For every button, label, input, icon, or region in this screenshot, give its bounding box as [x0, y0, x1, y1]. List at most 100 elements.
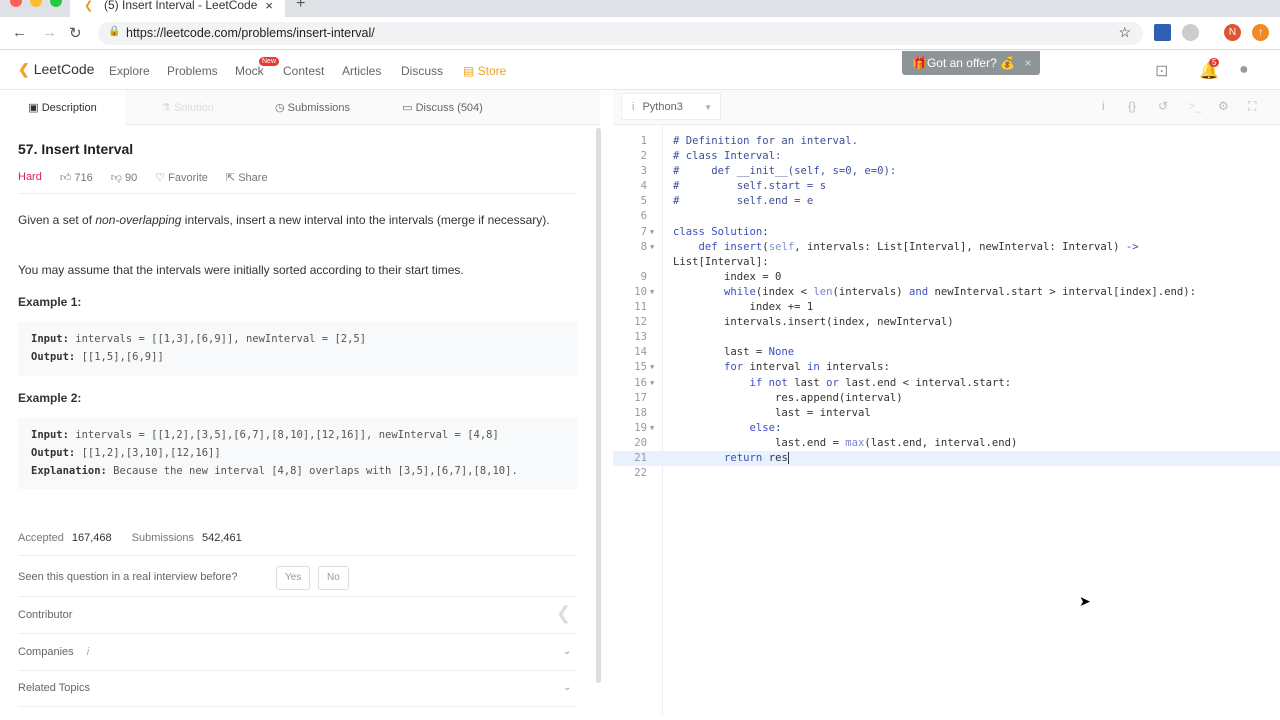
like-count: 716	[74, 172, 93, 184]
minimize-window-button[interactable]	[30, 0, 42, 7]
nav-problems[interactable]: Problems	[167, 64, 218, 78]
nav-store[interactable]: ▤ Store	[463, 64, 506, 78]
line-number: 15	[634, 361, 647, 374]
offer-banner[interactable]: 🎁Got an offer? 💰 ×	[902, 51, 1040, 75]
code-line[interactable]: 13	[613, 330, 1280, 345]
language-select[interactable]: i Python3 ▼	[621, 93, 721, 120]
tab-solution[interactable]: ⚗ Solution	[125, 90, 250, 125]
nav-discuss[interactable]: Discuss	[401, 64, 443, 78]
info-icon[interactable]: i	[1102, 99, 1105, 113]
line-number: 18	[634, 406, 647, 419]
fold-arrow-icon[interactable]: ▼	[650, 360, 654, 375]
code-line[interactable]: 11 index += 1	[613, 300, 1280, 315]
fold-arrow-icon[interactable]: ▼	[650, 225, 654, 240]
code-token: # self.start = s	[673, 180, 827, 193]
nav-articles[interactable]: Articles	[342, 64, 381, 78]
fold-arrow-icon[interactable]: ▼	[650, 285, 654, 300]
code-line[interactable]: 2 # class Interval:	[613, 149, 1280, 164]
fold-arrow-icon[interactable]: ▼	[650, 240, 654, 255]
code-line[interactable]: 21 return res	[613, 450, 1280, 467]
code-line[interactable]: 22	[613, 466, 1280, 481]
fold-arrow-icon[interactable]: ▼	[650, 376, 654, 391]
code-line[interactable]: 15 ▼ for interval in intervals:	[613, 360, 1280, 375]
tab-discuss[interactable]: ▭ Discuss (504)	[375, 90, 510, 125]
problem-tabs: ▣ Description ⚗ Solution ◷ Submissions ▭…	[0, 90, 600, 125]
nav-mock[interactable]: Mock	[235, 64, 264, 78]
chevron-down-icon[interactable]: ⌄	[563, 646, 571, 657]
reset-icon[interactable]: ↺	[1158, 99, 1168, 113]
reload-icon[interactable]: ↻	[69, 24, 82, 42]
code-line[interactable]: 7 ▼ class Solution:	[613, 225, 1280, 240]
companies-row[interactable]: Companies i	[18, 646, 89, 658]
code-token: last =	[673, 346, 769, 359]
code-line[interactable]: 16 ▼ if not last or last.end < interval.s…	[613, 376, 1280, 391]
back-icon[interactable]: ←	[12, 24, 27, 41]
code-line[interactable]: 17 res.append(interval)	[613, 391, 1280, 406]
example-2-title: Example 2:	[18, 391, 82, 405]
code-line[interactable]: 14 last = None	[613, 345, 1280, 360]
like-button[interactable]: 👍︎ 716	[60, 171, 93, 184]
no-button[interactable]: No	[318, 566, 349, 590]
close-offer-icon[interactable]: ×	[1024, 56, 1031, 70]
bookmark-star-icon[interactable]: ☆	[1118, 24, 1131, 41]
new-tab-button[interactable]: +	[296, 0, 305, 13]
code-text: intervals.insert(index, newInterval)	[673, 315, 954, 330]
code-line[interactable]: 4 # self.start = s	[613, 179, 1280, 194]
store-icon: ▤	[463, 64, 478, 78]
code-line[interactable]: 12 intervals.insert(index, newInterval)	[613, 315, 1280, 330]
forward-icon[interactable]: →	[42, 24, 57, 41]
leetcode-logo[interactable]: ❮ LeetCode	[18, 61, 94, 78]
code-line[interactable]: 5 # self.end = e	[613, 194, 1280, 209]
favorite-button[interactable]: ♡ Favorite	[155, 171, 208, 184]
url-input[interactable]: 🔒 https://leetcode.com/problems/insert-i…	[98, 22, 1143, 45]
info-icon[interactable]: i	[87, 646, 89, 658]
share-button[interactable]: ⇱ Share	[226, 171, 268, 184]
code-text: # self.start = s	[673, 179, 826, 194]
code-line[interactable]: 6	[613, 209, 1280, 224]
format-braces-icon[interactable]: {}	[1128, 99, 1136, 113]
tab-description[interactable]: ▣ Description	[0, 90, 125, 125]
description-scrollbar[interactable]	[596, 128, 601, 683]
settings-icon[interactable]: ⚙	[1218, 99, 1229, 113]
code-text: else:	[673, 421, 782, 436]
code-line[interactable]: 1 # Definition for an interval.	[613, 134, 1280, 149]
code-line[interactable]: 20 last.end = max(last.end, interval.end…	[613, 436, 1280, 451]
dislike-button[interactable]: 👎︎ 90	[111, 171, 137, 184]
code-token: newInterval.start > interval[index].end)…	[928, 285, 1197, 298]
fullscreen-icon[interactable]: ⛶	[1248, 99, 1256, 114]
extension-icon[interactable]	[1182, 24, 1199, 41]
fold-arrow-icon[interactable]: ▼	[650, 421, 654, 436]
problem-meta: Hard 👍︎ 716 👎︎ 90 ♡ Favorite ⇱ Share	[18, 171, 268, 184]
maximize-window-button[interactable]	[50, 0, 62, 7]
code-line[interactable]: List[Interval]:	[613, 255, 1280, 270]
code-token: if not	[749, 376, 788, 389]
code-line[interactable]: 10 ▼ while(index < len(intervals) and new…	[613, 285, 1280, 300]
code-area[interactable]: 1 # Definition for an interval. 2 # class I…	[613, 134, 1280, 481]
nav-contest[interactable]: Contest	[283, 64, 324, 78]
code-line[interactable]: 8 ▼ def insert(self, intervals: List[Inte…	[613, 240, 1280, 255]
code-token: intervals:	[819, 361, 890, 374]
code-line[interactable]: 3 # def __init__(self, s=0, e=0):	[613, 164, 1280, 179]
user-avatar-icon[interactable]: ●	[1239, 61, 1249, 79]
store-label: Store	[477, 64, 507, 78]
code-editor[interactable]: 1 # Definition for an interval. 2 # class I…	[613, 125, 1280, 720]
update-icon[interactable]: ↑	[1252, 24, 1269, 41]
extension-icon[interactable]	[1154, 24, 1171, 41]
code-line[interactable]: 18 last = interval	[613, 406, 1280, 421]
profile-avatar[interactable]: N	[1224, 24, 1241, 41]
browser-tab[interactable]: ❮ (5) Insert Interval - LeetCode ×	[70, 0, 285, 17]
contributor-row: Contributor	[18, 609, 73, 621]
related-topics-row[interactable]: Related Topics	[18, 682, 90, 694]
tab-submissions[interactable]: ◷ Submissions	[250, 90, 375, 125]
console-icon[interactable]: >_	[1188, 99, 1202, 113]
close-tab-icon[interactable]: ×	[265, 0, 273, 13]
code-line[interactable]: 9 index = 0	[613, 270, 1280, 285]
chevron-down-icon[interactable]: ⌄	[563, 682, 571, 693]
playground-icon[interactable]: ⊡	[1155, 61, 1168, 81]
yes-button[interactable]: Yes	[276, 566, 311, 590]
nav-explore[interactable]: Explore	[109, 64, 150, 78]
code-line[interactable]: 19 ▼ else:	[613, 421, 1280, 436]
close-window-button[interactable]	[10, 0, 22, 7]
